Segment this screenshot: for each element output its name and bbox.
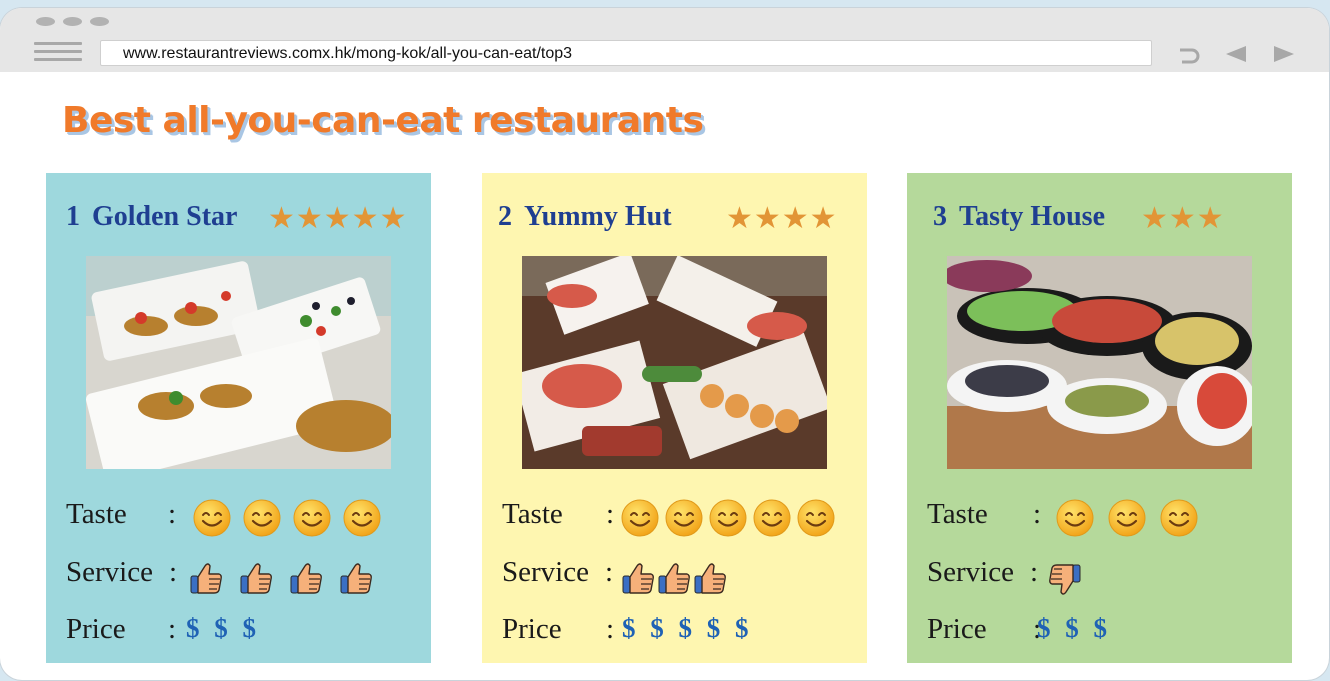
- service-rating: [1047, 562, 1083, 598]
- service-rating: [188, 560, 388, 596]
- smiley-icon: [293, 499, 331, 537]
- reload-icon[interactable]: [1172, 42, 1202, 66]
- smiley-icon: [709, 499, 747, 537]
- forward-arrow-icon[interactable]: [1268, 42, 1298, 66]
- browser-window: www.restaurantreviews.comx.hk/mong-kok/a…: [0, 8, 1329, 680]
- menu-icon[interactable]: [34, 42, 82, 64]
- page-title: Best all-you-can-eat restaurants: [62, 100, 704, 141]
- window-dot[interactable]: [36, 17, 55, 26]
- restaurant-heading: 1 Golden Star: [66, 201, 237, 233]
- smiley-icon: [1056, 499, 1094, 537]
- price-label: Price: [66, 613, 126, 645]
- price-row: Price : $ $ $ $ $: [502, 613, 753, 645]
- food-photo: [522, 256, 827, 469]
- price-row: Price : $ $ $: [66, 613, 260, 645]
- taste-label: Taste: [66, 498, 127, 530]
- smiley-icon: [243, 499, 281, 537]
- back-arrow-icon[interactable]: [1222, 42, 1252, 66]
- service-rating: [620, 560, 728, 596]
- taste-row: Taste :: [66, 498, 381, 537]
- smiley-icon: [193, 499, 231, 537]
- restaurant-name: Tasty House: [959, 201, 1106, 232]
- browser-toolbar: www.restaurantreviews.comx.hk/mong-kok/a…: [0, 8, 1329, 72]
- thumbs-up-icon: [290, 563, 322, 594]
- service-row: Service :: [927, 556, 1081, 595]
- restaurant-heading: 3 Tasty House: [933, 201, 1105, 233]
- smiley-icon: [621, 499, 659, 537]
- service-label: Service: [502, 556, 589, 588]
- restaurant-rank: 2: [498, 201, 512, 232]
- price-row: Price : $ $ $: [927, 613, 1111, 645]
- window-dot[interactable]: [63, 17, 82, 26]
- smiley-icon: [343, 499, 381, 537]
- smiley-icon: [1108, 499, 1146, 537]
- taste-rating: [620, 498, 840, 538]
- restaurant-card-golden-star: 1 Golden Star ★★★★★ Taste : Service : Pri…: [46, 173, 431, 663]
- taste-rating: [192, 498, 392, 538]
- service-label: Service: [927, 556, 1014, 588]
- price-label: Price: [927, 613, 987, 645]
- service-label: Service: [66, 556, 153, 588]
- price-rating: $ $ $: [186, 613, 260, 643]
- window-dot[interactable]: [90, 17, 109, 26]
- price-rating: $ $ $ $ $: [622, 613, 753, 643]
- thumbs-up-icon: [240, 563, 272, 594]
- taste-row: Taste :: [927, 498, 1198, 537]
- restaurant-card-tasty-house: 3 Tasty House ★★★ Taste : Service : Pric…: [907, 173, 1292, 663]
- restaurant-rank: 1: [66, 201, 80, 232]
- star-rating: ★★★★: [726, 202, 838, 235]
- taste-label: Taste: [927, 498, 988, 530]
- restaurant-heading: 2 Yummy Hut: [498, 201, 672, 233]
- service-row: Service :: [502, 556, 726, 594]
- food-photo: [947, 256, 1252, 469]
- thumbs-up-icon: [622, 563, 654, 594]
- thumbs-up-icon: [190, 563, 222, 594]
- taste-row: Taste :: [502, 498, 835, 537]
- thumbs-up-icon: [658, 563, 690, 594]
- restaurant-card-yummy-hut: 2 Yummy Hut ★★★★ Taste : Service : Price: [482, 173, 867, 663]
- thumbs-down-icon: [1049, 564, 1081, 595]
- smiley-icon: [665, 499, 703, 537]
- thumbs-up-icon: [694, 563, 726, 594]
- star-rating: ★★★: [1141, 202, 1225, 235]
- taste-label: Taste: [502, 498, 563, 530]
- thumbs-up-icon: [340, 563, 372, 594]
- restaurant-name: Golden Star: [92, 201, 238, 232]
- star-rating: ★★★★★: [268, 202, 408, 235]
- smiley-icon: [797, 499, 835, 537]
- service-row: Service :: [66, 556, 372, 594]
- smiley-icon: [1160, 499, 1198, 537]
- taste-rating: [1055, 498, 1211, 538]
- price-rating: $ $ $: [1037, 613, 1111, 643]
- restaurant-rank: 3: [933, 201, 947, 232]
- smiley-icon: [753, 499, 791, 537]
- price-label: Price: [502, 613, 562, 645]
- food-photo: [86, 256, 391, 469]
- address-bar[interactable]: www.restaurantreviews.comx.hk/mong-kok/a…: [100, 40, 1152, 66]
- restaurant-name: Yummy Hut: [524, 201, 672, 232]
